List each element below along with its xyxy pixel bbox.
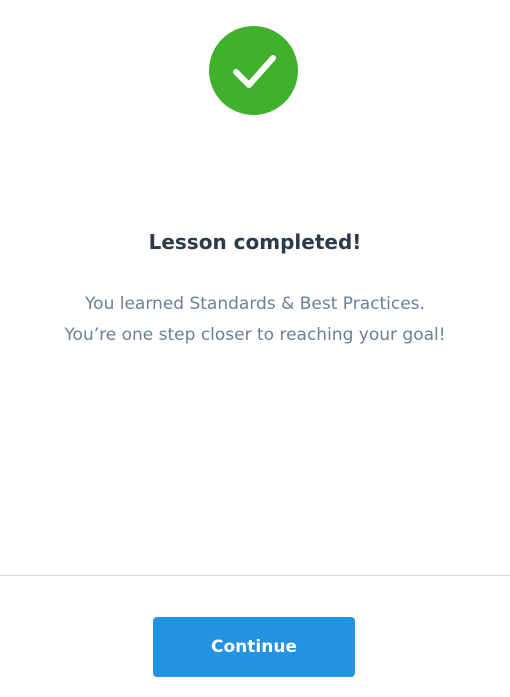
success-badge bbox=[209, 26, 298, 115]
checkmark-icon bbox=[232, 54, 276, 88]
page-title: Lesson completed! bbox=[148, 230, 362, 254]
footer-divider bbox=[0, 575, 510, 576]
message-line-1: You learned Standards & Best Practices. bbox=[85, 294, 425, 314]
message-line-2: You’re one step closer to reaching your … bbox=[64, 325, 446, 345]
continue-button[interactable]: Continue bbox=[153, 617, 355, 677]
lesson-complete-screen: Lesson completed! You learned Standards … bbox=[0, 0, 510, 697]
completion-message: You learned Standards & Best Practices. … bbox=[0, 289, 510, 351]
